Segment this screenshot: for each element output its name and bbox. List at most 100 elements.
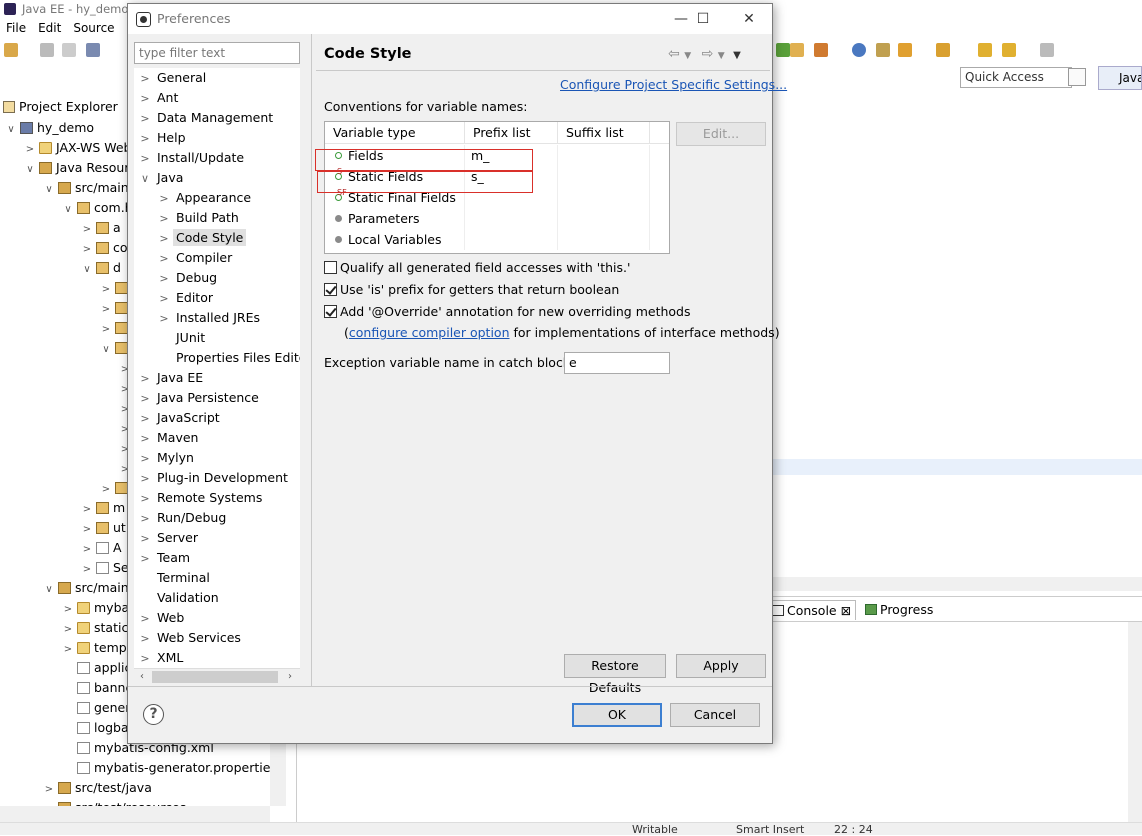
tree-item[interactable]: ∨ d: [80, 258, 121, 278]
edit-button[interactable]: Edit...: [676, 122, 766, 146]
chevron-right-icon[interactable]: >: [99, 320, 113, 340]
option-checkbox-row[interactable]: Use 'is' prefix for getters that return …: [324, 280, 619, 300]
chevron-right-icon[interactable]: >: [136, 129, 154, 149]
column-header-suffix-list[interactable]: Suffix list: [558, 122, 650, 144]
tree-item[interactable]: ∨ hy_demo: [4, 118, 94, 138]
preference-item[interactable]: > Mylyn: [136, 448, 197, 468]
next-annotation-icon[interactable]: [898, 43, 912, 57]
preference-item[interactable]: > Build Path: [155, 208, 242, 228]
preference-item[interactable]: > Java EE: [136, 368, 206, 388]
pane-divider[interactable]: [311, 34, 312, 686]
chevron-right-icon[interactable]: >: [23, 140, 37, 160]
preference-item[interactable]: > Help: [136, 128, 189, 148]
chevron-right-icon[interactable]: >: [80, 220, 94, 240]
preference-item[interactable]: JUnit: [155, 328, 208, 348]
configure-compiler-option-link[interactable]: configure compiler option: [349, 325, 510, 340]
preference-item[interactable]: > Remote Systems: [136, 488, 265, 508]
chevron-down-icon[interactable]: ∨: [61, 200, 75, 220]
preference-item[interactable]: > Data Management: [136, 108, 276, 128]
chevron-right-icon[interactable]: >: [136, 109, 154, 129]
configure-project-settings-link[interactable]: Configure Project Specific Settings...: [560, 76, 787, 94]
perspective-java-ee-button[interactable]: Java EE: [1098, 66, 1142, 90]
chevron-right-icon[interactable]: >: [155, 209, 173, 229]
tree-item[interactable]: > static: [61, 618, 129, 640]
back-icon[interactable]: [1002, 43, 1016, 57]
chevron-right-icon[interactable]: >: [155, 269, 173, 289]
chevron-right-icon[interactable]: >: [80, 500, 94, 520]
preference-item[interactable]: ∨ Java: [136, 168, 186, 188]
chevron-right-icon[interactable]: >: [136, 629, 154, 649]
scroll-left-icon[interactable]: ‹: [134, 669, 150, 685]
chevron-right-icon[interactable]: >: [155, 249, 173, 269]
project-explorer-tab[interactable]: Project Explorer: [0, 96, 128, 118]
chevron-right-icon[interactable]: >: [136, 389, 154, 409]
chevron-right-icon[interactable]: >: [136, 69, 154, 89]
tree-item[interactable]: > co: [80, 238, 128, 258]
preference-item[interactable]: > Team: [136, 548, 193, 568]
chevron-right-icon[interactable]: >: [61, 640, 75, 660]
project-explorer-hscroll[interactable]: [0, 806, 270, 822]
preference-item[interactable]: > Code Style: [155, 228, 247, 248]
chevron-right-icon[interactable]: >: [155, 309, 173, 329]
save-all-icon[interactable]: [62, 43, 76, 57]
last-edit-icon[interactable]: [978, 43, 992, 57]
chevron-right-icon[interactable]: >: [136, 529, 154, 549]
editor-hscroll[interactable]: [772, 577, 1142, 591]
chevron-right-icon[interactable]: >: [136, 509, 154, 529]
view-menu-icon[interactable]: ▼: [733, 50, 741, 61]
checkbox-checked[interactable]: [324, 283, 337, 296]
help-icon[interactable]: ?: [143, 704, 164, 725]
preference-item[interactable]: > Server: [136, 528, 201, 548]
prev-annotation-icon[interactable]: [936, 43, 950, 57]
tab-console[interactable]: Console ⊠: [768, 600, 857, 620]
preference-item[interactable]: > General: [136, 68, 209, 88]
chevron-right-icon[interactable]: >: [136, 649, 154, 669]
chevron-down-icon[interactable]: ∨: [42, 580, 56, 600]
quick-access-field[interactable]: Quick Access: [960, 67, 1072, 88]
chevron-down-icon[interactable]: ∨: [99, 340, 113, 360]
chevron-down-icon[interactable]: ∨: [136, 169, 154, 189]
preference-item[interactable]: > Compiler: [155, 248, 235, 268]
chevron-right-icon[interactable]: >: [136, 469, 154, 489]
chevron-right-icon[interactable]: >: [136, 429, 154, 449]
chevron-right-icon[interactable]: >: [42, 780, 56, 800]
forward-icon[interactable]: [1040, 43, 1054, 57]
checkbox-unchecked[interactable]: [324, 261, 337, 274]
preference-tree-hscroll[interactable]: ‹ ›: [134, 668, 300, 685]
run-icon[interactable]: [776, 43, 790, 57]
new-icon[interactable]: [4, 43, 18, 57]
menu-edit[interactable]: Edit: [32, 18, 67, 38]
option-checkbox-row[interactable]: Qualify all generated field accesses wit…: [324, 258, 630, 278]
column-header-prefix-list[interactable]: Prefix list: [465, 122, 558, 144]
preference-item[interactable]: > Ant: [136, 88, 181, 108]
table-row[interactable]: Parameters: [325, 208, 669, 229]
back-menu-icon[interactable]: ▼: [684, 51, 691, 61]
exception-variable-input[interactable]: e: [564, 352, 670, 374]
chevron-right-icon[interactable]: >: [99, 280, 113, 300]
preference-item[interactable]: > Appearance: [155, 188, 254, 208]
menu-file[interactable]: File: [0, 18, 32, 38]
chevron-right-icon[interactable]: >: [136, 549, 154, 569]
chevron-right-icon[interactable]: >: [136, 149, 154, 169]
scroll-right-icon[interactable]: ›: [282, 669, 298, 685]
maximize-icon[interactable]: ☐: [680, 4, 726, 34]
close-icon[interactable]: ⊠: [841, 603, 851, 618]
preference-item[interactable]: > Maven: [136, 428, 201, 448]
chevron-down-icon[interactable]: ∨: [4, 120, 18, 140]
preference-item[interactable]: > XML: [136, 648, 186, 668]
chevron-right-icon[interactable]: >: [136, 489, 154, 509]
launch-icon[interactable]: [814, 43, 828, 57]
tree-item[interactable]: > Se: [80, 558, 129, 578]
chevron-right-icon[interactable]: >: [136, 369, 154, 389]
restore-defaults-button[interactable]: Restore Defaults: [564, 654, 666, 695]
chevron-right-icon[interactable]: >: [61, 600, 75, 620]
chevron-right-icon[interactable]: >: [61, 620, 75, 640]
checkbox-checked[interactable]: [324, 305, 337, 318]
save-icon[interactable]: [40, 43, 54, 57]
chevron-right-icon[interactable]: >: [80, 560, 94, 580]
menu-source[interactable]: Source: [67, 18, 120, 38]
globe-icon[interactable]: [852, 43, 866, 57]
chevron-right-icon[interactable]: >: [136, 609, 154, 629]
filter-input[interactable]: type filter text: [134, 42, 300, 64]
tree-item[interactable]: > m: [80, 498, 125, 518]
